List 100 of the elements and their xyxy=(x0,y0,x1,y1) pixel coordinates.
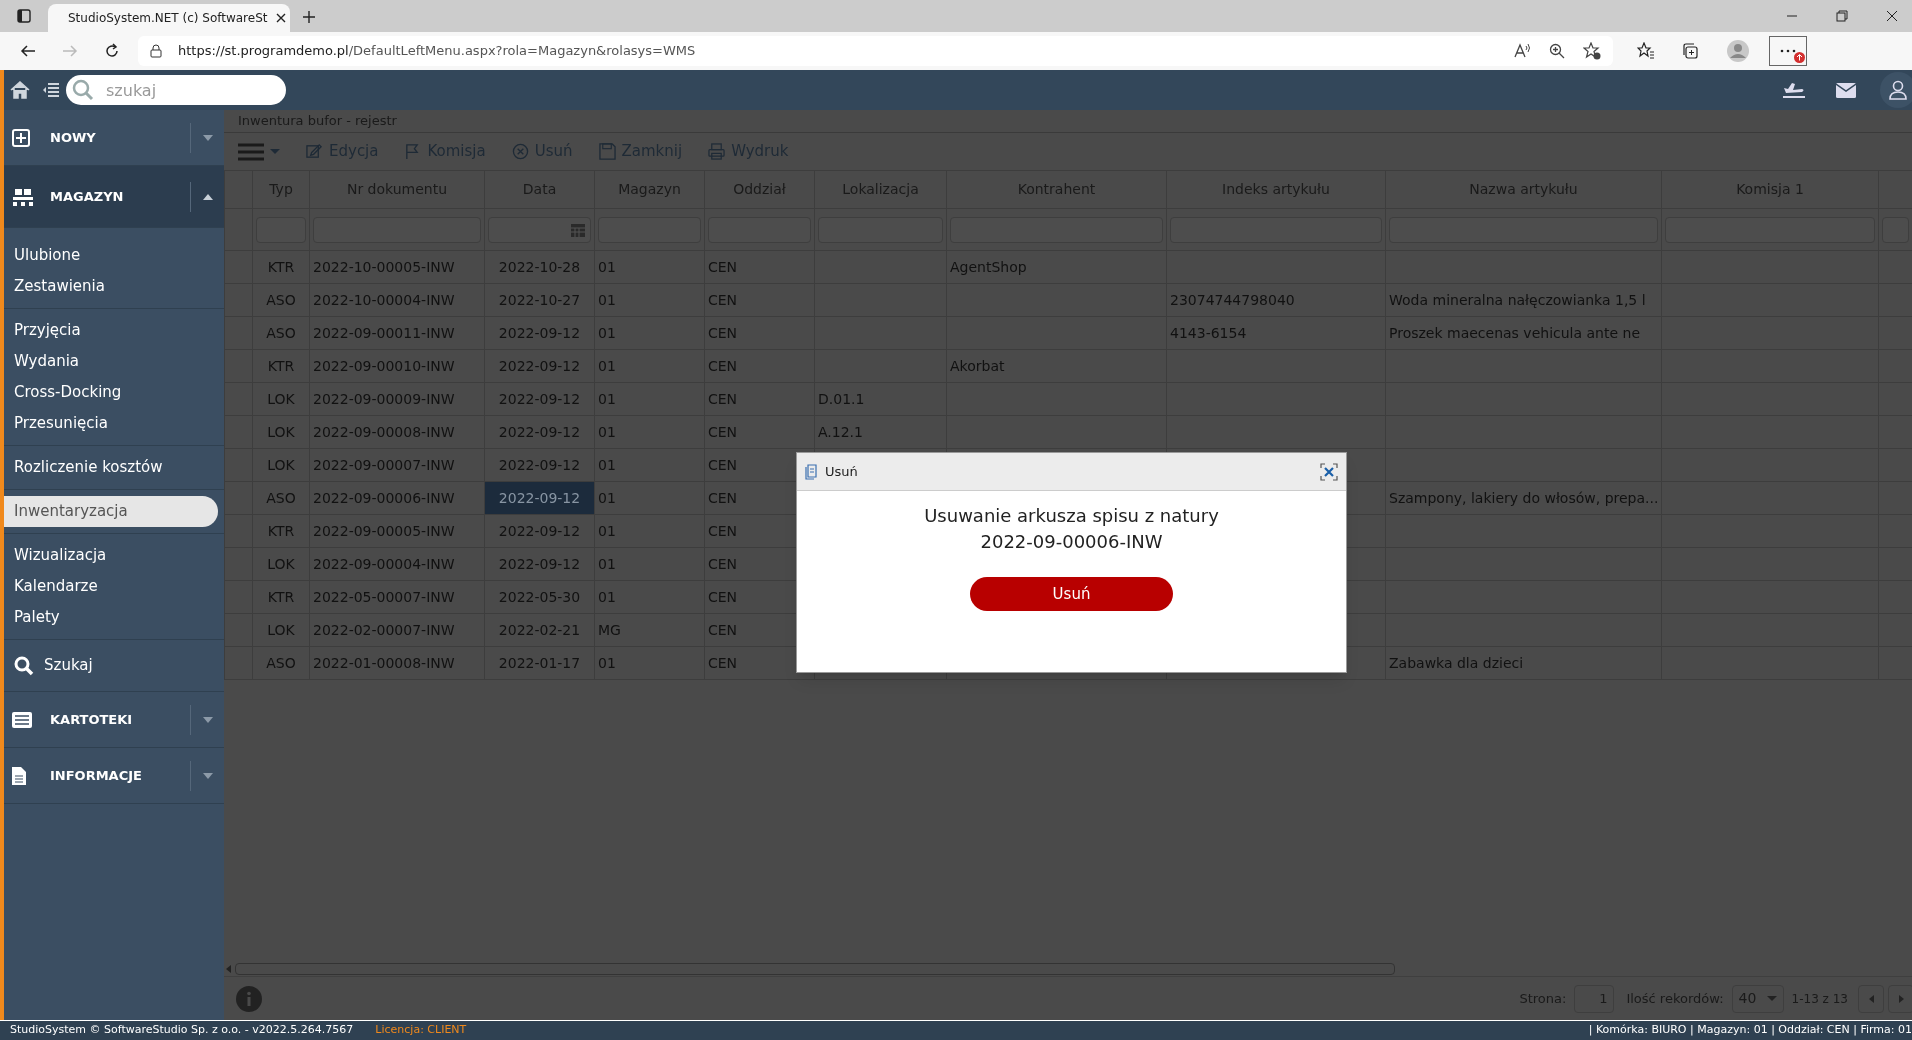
mail-icon[interactable] xyxy=(1836,82,1856,98)
table-cell: 2022-05-30 xyxy=(484,580,595,614)
favorites-icon[interactable] xyxy=(1637,42,1655,60)
table-cell: 2022-09-12 xyxy=(484,514,595,548)
plane-icon[interactable] xyxy=(1782,81,1806,99)
profile-icon[interactable] xyxy=(1727,40,1749,62)
table-cell: KTR xyxy=(252,514,310,548)
info-icon[interactable] xyxy=(236,985,262,1012)
read-aloud-icon[interactable] xyxy=(1513,42,1531,60)
table-cell: 2022-09-00006-INW xyxy=(309,481,485,515)
more-icon xyxy=(1780,49,1796,53)
collections-icon[interactable] xyxy=(1681,42,1699,60)
reload-icon[interactable] xyxy=(104,43,120,59)
table-cell: LOK xyxy=(252,613,310,647)
table-cell: 2022-09-00007-INW xyxy=(309,448,485,482)
calendar-icon[interactable] xyxy=(570,221,586,238)
caret-icon xyxy=(1766,996,1777,1001)
restore-icon[interactable] xyxy=(1836,10,1848,22)
table-cell: 01 xyxy=(594,382,705,416)
table-cell: Proszek maecenas vehicula ante ne xyxy=(1385,316,1662,350)
dialog-message: Usuwanie arkusza spisu z natury xyxy=(924,504,1219,528)
menu-collapse-icon[interactable] xyxy=(42,82,60,98)
tab-actions-icon[interactable] xyxy=(16,8,32,24)
table-cell: 2022-10-27 xyxy=(484,283,595,317)
table-cell: CEN xyxy=(704,250,815,284)
card-icon xyxy=(12,711,32,728)
update-badge-icon xyxy=(1794,52,1805,63)
delete-button[interactable]: Usuń xyxy=(970,577,1173,611)
add-favorite-icon[interactable] xyxy=(1583,42,1601,60)
next-page-button[interactable] xyxy=(1888,984,1912,1013)
table-cell: LOK xyxy=(252,382,310,416)
browser-tab[interactable]: StudioSystem.NET (c) SoftwareSt xyxy=(48,4,290,32)
table-cell: Szampony, lakiery do włosów, prepa... xyxy=(1385,481,1662,515)
table-cell: LOK xyxy=(252,415,310,449)
menu-item[interactable]: Wydania xyxy=(4,346,224,377)
table-cell: 2022-09-12 xyxy=(484,415,595,449)
menu-item[interactable]: Ulubione xyxy=(4,240,224,271)
document-icon xyxy=(12,766,26,785)
table-cell: 2022-09-00011-INW xyxy=(309,316,485,350)
menu-item[interactable]: Inwentaryzacja xyxy=(4,496,218,527)
save-icon xyxy=(598,143,616,160)
table-cell: 2022-10-00004-INW xyxy=(309,283,485,317)
menu-item[interactable]: Przesunięcia xyxy=(4,408,224,439)
table-cell: LOK xyxy=(252,547,310,581)
tab-title: StudioSystem.NET (c) SoftwareSt xyxy=(68,10,268,27)
home-icon[interactable] xyxy=(10,81,30,99)
table-cell: 2022-02-00007-INW xyxy=(309,613,485,647)
search-field[interactable]: szukaj xyxy=(66,75,286,105)
table-cell: ASO xyxy=(252,481,310,515)
menu-item[interactable]: Rozliczenie kosztów xyxy=(4,452,224,483)
menu-item[interactable]: Kalendarze xyxy=(4,571,224,602)
close-icon[interactable] xyxy=(275,12,288,24)
table-cell: 2022-01-17 xyxy=(484,646,595,680)
table-cell: 01 xyxy=(594,580,705,614)
lock-icon xyxy=(150,44,162,58)
table-cell: Akorbat xyxy=(946,349,1167,383)
forward-icon[interactable] xyxy=(62,43,78,59)
table-cell: AgentShop xyxy=(946,250,1167,284)
menu-item[interactable]: Zestawienia xyxy=(4,271,224,302)
table-cell: 2022-05-00007-INW xyxy=(309,580,485,614)
table-cell: 2022-09-12 xyxy=(484,547,595,581)
menu-item[interactable]: Palety xyxy=(4,602,224,633)
table-cell: D.01.1 xyxy=(814,382,947,416)
more-button[interactable] xyxy=(1769,36,1807,66)
zoom-icon[interactable] xyxy=(1549,43,1565,59)
table-cell: KTR xyxy=(252,250,310,284)
table-cell: ASO xyxy=(252,646,310,680)
table-cell: 01 xyxy=(594,547,705,581)
table-cell: MG xyxy=(594,613,705,647)
filter-field[interactable] xyxy=(488,216,591,243)
menu-item[interactable]: Przyjęcia xyxy=(4,315,224,346)
user-icon xyxy=(1889,80,1907,100)
document-icon xyxy=(805,463,819,480)
table-cell: CEN xyxy=(704,415,815,449)
menu-section-header[interactable]: MAGAZYN xyxy=(4,166,224,228)
table-cell: A.12.1 xyxy=(814,415,947,449)
license-text: Licencja: CLIENT xyxy=(375,1022,467,1039)
table-cell: KTR xyxy=(252,580,310,614)
close-icon[interactable] xyxy=(1886,10,1898,22)
table-cell: 01 xyxy=(594,415,705,449)
table-cell: KTR xyxy=(252,349,310,383)
menu-item[interactable]: Wizualizacja xyxy=(4,540,224,571)
user-button[interactable] xyxy=(1880,72,1912,108)
menu-link[interactable]: Szukaj xyxy=(44,654,93,677)
table-cell: 2022-01-00008-INW xyxy=(309,646,485,680)
table-cell: 23074744798040 xyxy=(1166,283,1386,317)
table-cell: LOK xyxy=(252,448,310,482)
new-tab-icon[interactable] xyxy=(302,10,316,24)
address-bar[interactable]: https://st.programdemo.pl/DefaultLeftMenu.aspx?rola=Magazyn&rolasys=WMS xyxy=(138,36,1613,66)
table-cell: CEN xyxy=(704,283,815,317)
copyright-text: StudioSystem © SoftwareStudio Sp. z o.o. - v2022.5.264.7567 xyxy=(10,1022,354,1039)
back-icon[interactable] xyxy=(20,43,36,59)
printer-icon xyxy=(708,143,726,160)
edit-icon xyxy=(306,143,323,160)
table-cell: 2022-09-12 xyxy=(484,349,595,383)
menu-item[interactable]: Cross-Docking xyxy=(4,377,224,408)
table-cell: 01 xyxy=(594,646,705,680)
previous-page-button[interactable] xyxy=(1858,984,1884,1013)
table-cell: ASO xyxy=(252,316,310,350)
menu-button[interactable] xyxy=(238,141,280,162)
